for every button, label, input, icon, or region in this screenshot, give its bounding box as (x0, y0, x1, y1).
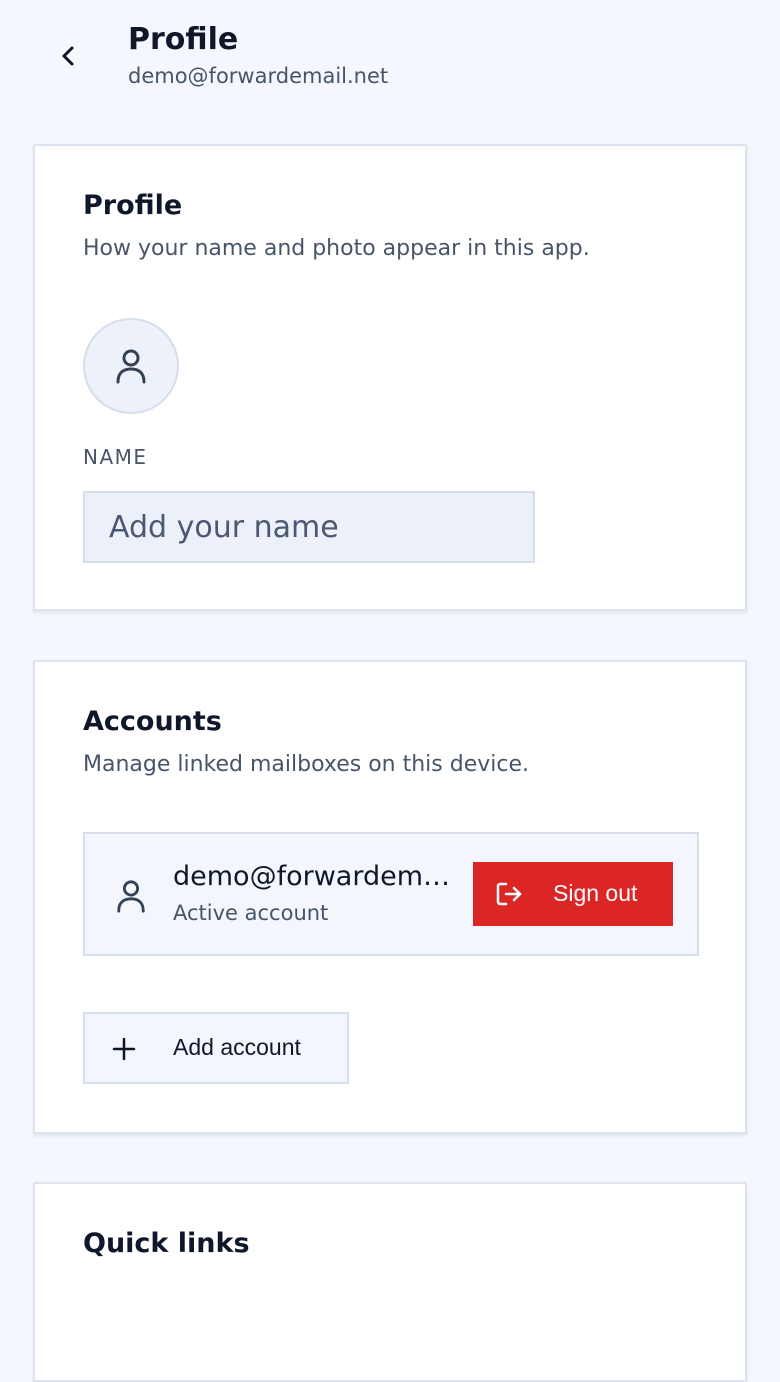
back-button[interactable] (44, 32, 92, 80)
profile-card-title: Profile (83, 190, 183, 221)
name-field-label: NAME (83, 445, 148, 469)
chevron-left-icon (62, 46, 74, 66)
top-bar: Profile demo@forwardemail.net (0, 0, 780, 110)
sign-out-label: Sign out (553, 880, 638, 906)
name-input[interactable] (83, 491, 535, 563)
profile-card-description: How your name and photo appear in this a… (83, 236, 590, 261)
quick-links-card: Quick links (33, 1182, 747, 1382)
quick-links-title: Quick links (83, 1228, 250, 1259)
add-account-button[interactable]: Add account (83, 1012, 349, 1084)
account-status: Active account (173, 901, 329, 925)
add-account-label: Add account (173, 1034, 301, 1060)
account-row: demo@forwardemail.net Active account Sig… (83, 832, 699, 956)
page-subtitle: demo@forwardemail.net (128, 64, 389, 88)
page-title: Profile (128, 22, 239, 57)
accounts-card-description: Manage linked mailboxes on this device. (83, 752, 530, 777)
plus-icon (112, 1037, 136, 1061)
accounts-card: Accounts Manage linked mailboxes on this… (33, 660, 747, 1134)
user-icon (117, 880, 145, 913)
account-avatar (109, 874, 153, 918)
account-email: demo@forwardemail.net (173, 861, 465, 892)
user-icon (116, 349, 146, 384)
sign-out-button[interactable]: Sign out (473, 862, 673, 926)
profile-card: Profile How your name and photo appear i… (33, 144, 747, 611)
avatar[interactable] (83, 318, 179, 414)
sign-out-icon (496, 882, 522, 906)
accounts-card-title: Accounts (83, 706, 222, 737)
